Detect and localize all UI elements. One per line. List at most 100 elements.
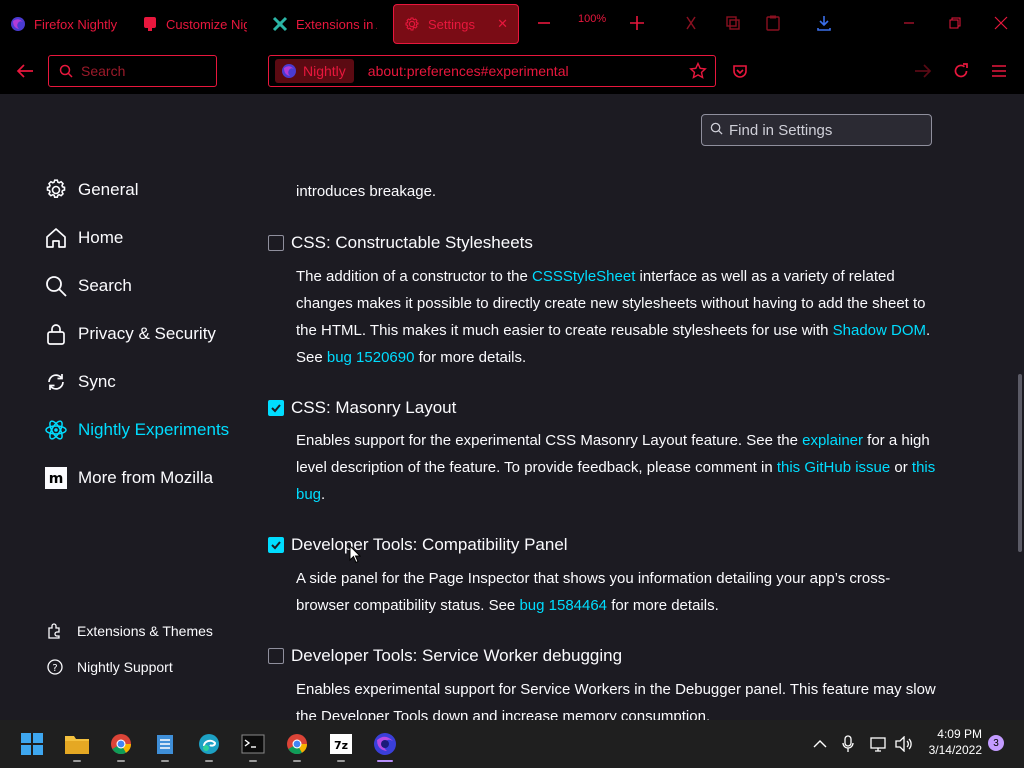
help-icon: ? <box>46 658 64 676</box>
find-in-settings-input[interactable]: Find in Settings <box>701 114 932 146</box>
notification-badge[interactable]: 3 <box>988 735 1004 751</box>
firefox-nightly-icon <box>281 63 297 79</box>
gear-icon <box>404 16 420 32</box>
reload-icon[interactable] <box>950 60 972 82</box>
checkmark-icon <box>271 541 281 550</box>
checkmark-icon <box>271 404 281 413</box>
back-button[interactable] <box>14 60 36 82</box>
category-privacy-security[interactable]: Privacy & Security <box>44 322 216 346</box>
lock-icon <box>44 322 68 346</box>
feature-checkbox[interactable] <box>268 400 284 416</box>
scrollbar-thumb[interactable] <box>1018 374 1022 552</box>
puzzle-icon <box>46 622 64 640</box>
feature-description: The addition of a constructor to the CSS… <box>296 268 931 366</box>
feature-css-masonry-layout[interactable]: CSS: Masonry Layout <box>268 398 456 418</box>
feature-description: Enables support for the experimental CSS… <box>296 432 936 503</box>
identity-label: Nightly <box>303 63 346 79</box>
sync-icon <box>44 370 68 394</box>
bookmark-star-icon[interactable] <box>689 62 707 80</box>
tab-extensions[interactable]: Extensions in Anthro <box>262 4 387 44</box>
volume-icon[interactable] <box>894 734 914 754</box>
github-issue-link[interactable]: this GitHub issue <box>777 459 890 476</box>
clock-time: 4:09 PM <box>937 727 982 741</box>
customize-icon <box>142 16 158 32</box>
gear-icon <box>44 178 68 202</box>
feature-devtools-service-worker-debugging[interactable]: Developer Tools: Service Worker debuggin… <box>268 646 622 666</box>
feature-checkbox[interactable] <box>268 235 284 251</box>
feature-css-constructable-stylesheets[interactable]: CSS: Constructable Stylesheets <box>268 233 533 253</box>
zoom-level[interactable]: 100% <box>578 13 606 25</box>
experiments-icon <box>44 418 68 442</box>
shadow-dom-link[interactable]: Shadow DOM <box>833 322 926 339</box>
bug-1520690-link[interactable]: bug 1520690 <box>327 349 415 366</box>
firefox-nightly-icon[interactable] <box>372 732 398 762</box>
preferences-page: Find in Settings General Home Search Pri… <box>0 94 1024 720</box>
chevron-up-icon[interactable] <box>810 734 830 754</box>
navigation-toolbar: Search Nightly about:preferences#experim… <box>0 48 1024 94</box>
feature-devtools-compatibility-panel[interactable]: Developer Tools: Compatibility Panel <box>268 535 568 555</box>
tab-settings[interactable]: Settings ✕ <box>393 4 519 44</box>
category-search[interactable]: Search <box>44 274 132 298</box>
clock-date: 3/14/2022 <box>928 743 982 757</box>
forward-button[interactable] <box>912 60 934 82</box>
chrome-icon[interactable] <box>108 732 134 762</box>
search-placeholder: Search <box>81 63 126 79</box>
edge-icon[interactable] <box>196 732 222 762</box>
search-input[interactable]: Search <box>48 55 217 87</box>
copy-icon[interactable] <box>722 12 744 34</box>
start-button-icon[interactable] <box>19 732 45 756</box>
close-tab-icon[interactable]: ✕ <box>497 16 508 32</box>
7zip-icon[interactable]: 7z <box>328 732 354 762</box>
nightly-support-link[interactable]: ? Nightly Support <box>46 658 173 676</box>
tab-strip: Firefox Nightly Customize Nightly Extens… <box>0 0 1024 48</box>
url-text[interactable]: about:preferences#experimental <box>368 63 569 79</box>
tab-customize[interactable]: Customize Nightly <box>132 4 257 44</box>
firefox-nightly-icon <box>10 16 26 32</box>
minimize-icon[interactable] <box>898 12 920 34</box>
system-clock[interactable]: 4:09 PM 3/14/2022 <box>920 726 982 758</box>
category-more-from-mozilla[interactable]: m More from Mozilla <box>44 466 213 490</box>
chrome-icon[interactable] <box>284 732 310 762</box>
find-placeholder: Find in Settings <box>729 121 833 139</box>
terminal-icon[interactable] <box>240 732 266 762</box>
feature-checkbox[interactable] <box>268 648 284 664</box>
file-explorer-icon[interactable] <box>64 732 90 762</box>
search-icon <box>710 122 723 139</box>
previous-feature-description-tail: introduces breakage. <box>296 183 437 200</box>
svg-text:m: m <box>49 471 64 487</box>
extensions-themes-link[interactable]: Extensions & Themes <box>46 622 213 640</box>
category-general[interactable]: General <box>44 178 138 202</box>
mozilla-icon: m <box>44 466 68 490</box>
paste-icon[interactable] <box>762 12 784 34</box>
home-icon <box>44 226 68 250</box>
downloads-icon[interactable] <box>813 12 835 34</box>
windows-taskbar: 7z 4:09 PM 3/14/2022 3 <box>0 720 1024 768</box>
notepad-icon[interactable] <box>152 732 178 762</box>
mouse-cursor-icon <box>349 544 362 569</box>
feature-checkbox[interactable] <box>268 537 284 553</box>
microphone-icon[interactable] <box>838 734 858 754</box>
pocket-icon[interactable] <box>729 60 751 82</box>
cssstylesheet-link[interactable]: CSSStyleSheet <box>532 268 635 285</box>
category-nightly-experiments[interactable]: Nightly Experiments <box>44 418 229 442</box>
category-home[interactable]: Home <box>44 226 123 250</box>
search-icon <box>44 274 68 298</box>
hamburger-menu-icon[interactable] <box>988 60 1010 82</box>
restore-icon[interactable] <box>944 12 966 34</box>
url-bar[interactable]: Nightly about:preferences#experimental <box>268 55 716 87</box>
search-icon <box>59 64 73 78</box>
svg-text:7z: 7z <box>334 739 348 752</box>
zoom-out-button[interactable] <box>533 12 555 34</box>
tab-firefox-nightly[interactable]: Firefox Nightly <box>0 4 130 44</box>
bug-1584464-link[interactable]: bug 1584464 <box>519 597 607 614</box>
close-window-icon[interactable] <box>990 12 1012 34</box>
identity-box[interactable]: Nightly <box>275 59 354 83</box>
category-sync[interactable]: Sync <box>44 370 116 394</box>
feature-description: Enables experimental support for Service… <box>296 681 936 720</box>
zoom-in-button[interactable] <box>626 12 648 34</box>
extensions-icon <box>272 16 288 32</box>
explainer-link[interactable]: explainer <box>802 432 863 449</box>
cut-icon[interactable] <box>680 12 702 34</box>
svg-text:?: ? <box>52 663 57 674</box>
network-icon[interactable] <box>869 734 889 754</box>
